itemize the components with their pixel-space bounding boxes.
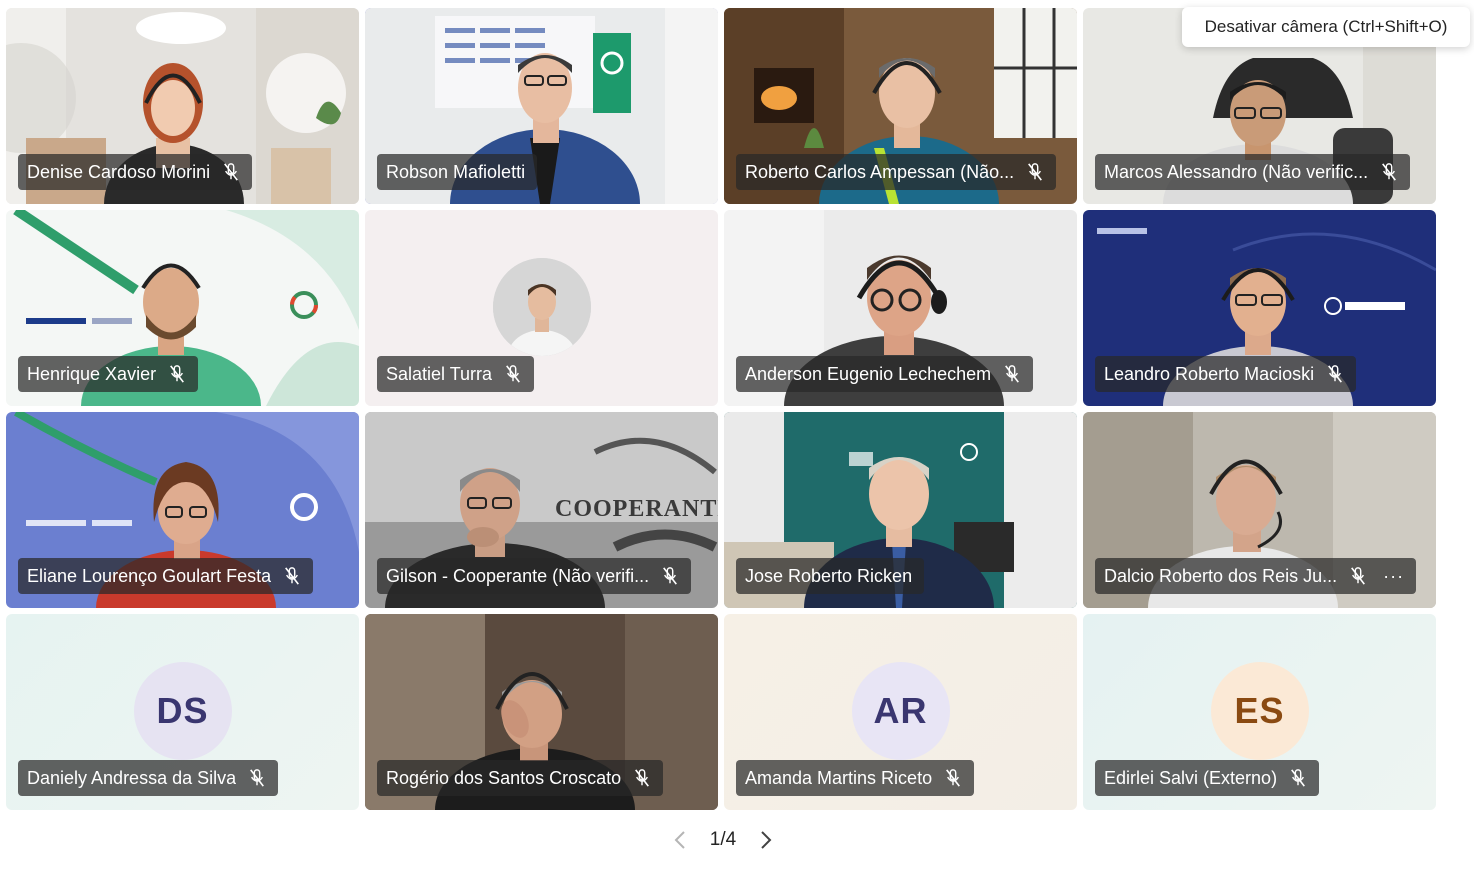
participant-tile[interactable]: COOPERANTE Gilson - Cooperante (Não veri… (365, 412, 718, 608)
participant-name: Daniely Andressa da Silva (27, 767, 237, 788)
participant-tile[interactable]: Henrique Xavier (6, 210, 359, 406)
mic-off-icon (1328, 365, 1343, 383)
name-tag: Roberto Carlos Ampessan (Não... (736, 154, 1057, 190)
initials-avatar: AR (851, 662, 950, 760)
participant-name: Henrique Xavier (27, 363, 157, 384)
cooperante-sign: COOPERANTE (555, 496, 718, 522)
participant-tile[interactable]: Salatiel Turra (365, 210, 718, 406)
participant-name: Gilson - Cooperante (Não verifi... (386, 565, 650, 586)
mic-off-icon (1005, 365, 1020, 383)
participant-tile[interactable]: DS Daniely Andressa da Silva (6, 614, 359, 810)
participant-name: Edirlei Salvi (Externo) (1104, 767, 1278, 788)
name-tag: Leandro Roberto Macioski (1095, 356, 1357, 392)
camera-tooltip: Desativar câmera (Ctrl+Shift+O) (1182, 7, 1470, 47)
name-tag: Jose Roberto Ricken (736, 558, 925, 594)
video-grid: Denise Cardoso Morini Robson Mafioletti … (6, 8, 1436, 810)
name-tag: Gilson - Cooperante (Não verifi... (377, 558, 692, 594)
participant-name: Robson Mafioletti (386, 161, 526, 182)
name-tag: Denise Cardoso Morini (18, 154, 253, 190)
participant-tile[interactable]: Denise Cardoso Morini (6, 8, 359, 204)
participant-tile[interactable]: Anderson Eugenio Lechechem (724, 210, 1077, 406)
name-tag: Salatiel Turra (377, 356, 535, 392)
name-tag: Rogério dos Santos Croscato (377, 760, 664, 796)
participant-tile[interactable]: ES Edirlei Salvi (Externo) (1083, 614, 1436, 810)
participant-name: Roberto Carlos Ampessan (Não... (745, 161, 1015, 182)
mic-off-icon (1382, 163, 1397, 181)
initials-avatar: ES (1210, 662, 1309, 760)
mic-off-icon (1028, 163, 1043, 181)
participant-tile[interactable]: AR Amanda Martins Riceto (724, 614, 1077, 810)
mic-off-icon (1351, 567, 1366, 585)
mic-off-icon (946, 769, 961, 787)
mic-off-icon (506, 365, 521, 383)
name-tag: Dalcio Roberto dos Reis Ju... ··· (1095, 558, 1417, 594)
participant-name: Eliane Lourenço Goulart Festa (27, 565, 272, 586)
profile-photo (492, 258, 591, 356)
mic-off-icon (635, 769, 650, 787)
participant-tile[interactable]: Roberto Carlos Ampessan (Não... (724, 8, 1077, 204)
chevron-right-icon (761, 831, 772, 849)
name-tag: Robson Mafioletti (377, 154, 538, 190)
name-tag: Anderson Eugenio Lechechem (736, 356, 1034, 392)
more-options-button[interactable]: ··· (1383, 566, 1404, 587)
name-tag: Eliane Lourenço Goulart Festa (18, 558, 314, 594)
participant-name: Rogério dos Santos Croscato (386, 767, 622, 788)
initials-avatar: DS (133, 662, 232, 760)
participant-name: Denise Cardoso Morini (27, 161, 211, 182)
next-page-button[interactable] (754, 826, 778, 854)
participant-tile[interactable]: Jose Roberto Ricken (724, 412, 1077, 608)
name-tag: Marcos Alessandro (Não verific... (1095, 154, 1411, 190)
chevron-left-icon (674, 831, 685, 849)
name-tag: Daniely Andressa da Silva (18, 760, 279, 796)
mic-off-icon (1291, 769, 1306, 787)
meeting-stage: Denise Cardoso Morini Robson Mafioletti … (0, 0, 1474, 869)
mic-off-icon (663, 567, 678, 585)
name-tag: Edirlei Salvi (Externo) (1095, 760, 1320, 796)
page-indicator: 1/4 (709, 829, 737, 850)
mic-off-icon (224, 163, 239, 181)
participant-tile[interactable]: Leandro Roberto Macioski (1083, 210, 1436, 406)
mic-off-icon (285, 567, 300, 585)
mic-off-icon (170, 365, 185, 383)
participant-tile[interactable]: Eliane Lourenço Goulart Festa (6, 412, 359, 608)
participant-name: Leandro Roberto Macioski (1104, 363, 1315, 384)
participant-tile[interactable]: Rogério dos Santos Croscato (365, 614, 718, 810)
participant-name: Amanda Martins Riceto (745, 767, 933, 788)
participant-name: Dalcio Roberto dos Reis Ju... (1104, 565, 1338, 586)
participant-tile[interactable]: Dalcio Roberto dos Reis Ju... ··· (1083, 412, 1436, 608)
previous-page-button[interactable] (668, 826, 692, 854)
participant-name: Jose Roberto Ricken (745, 565, 913, 586)
participant-name: Anderson Eugenio Lechechem (745, 363, 992, 384)
name-tag: Amanda Martins Riceto (736, 760, 975, 796)
participant-tile-active-speaker[interactable]: Robson Mafioletti (365, 8, 718, 204)
participant-name: Salatiel Turra (386, 363, 493, 384)
page-navigator: 1/4 (668, 824, 778, 856)
participant-name: Marcos Alessandro (Não verific... (1104, 161, 1369, 182)
mic-off-icon (250, 769, 265, 787)
name-tag: Henrique Xavier (18, 356, 199, 392)
